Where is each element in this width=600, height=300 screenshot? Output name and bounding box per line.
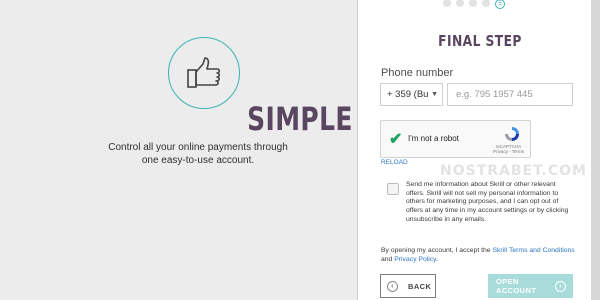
step-dot-2 [456,0,464,7]
step-progress: 5 [443,0,510,10]
privacy-policy-link[interactable]: Privacy Policy [394,256,436,263]
watermark-text: NOSTRABET.COM [440,163,587,179]
terms-mid: and [381,256,395,263]
arrow-right-icon: › [555,280,566,292]
country-code-value: + 359 (Bu [387,89,429,100]
hero-description: Control all your online payments through… [108,142,288,166]
terms-link[interactable]: Skrill Terms and Conditions [492,247,574,254]
step-dot-current: 5 [495,0,505,9]
step-dot-4 [482,0,490,7]
captcha-brand: reCAPTCHA Privacy - Terms [493,144,524,154]
marketing-consent-text: Send me information about Skrill or othe… [406,181,569,223]
right-scroll-edge [591,0,600,300]
arrow-left-icon: ‹ [387,280,398,292]
captcha-links[interactable]: Privacy - Terms [493,149,524,154]
marketing-consent-checkbox[interactable] [387,183,399,195]
step-title: FINAL STEP [438,32,522,50]
thumbs-up-icon [168,37,240,109]
country-code-select[interactable]: + 359 (Bu ▼ [380,83,443,106]
step-dot-1 [443,0,451,7]
terms-suffix: . [436,256,438,263]
back-button-label: BACK [408,281,432,291]
phone-input[interactable] [447,83,573,106]
open-account-label: OPEN ACCOUNT [496,277,537,295]
phone-label: Phone number [381,67,454,79]
captcha-label: I'm not a robot [408,134,459,143]
recaptcha-logo-icon [505,127,519,141]
recaptcha-widget[interactable]: ✔ I'm not a robot reCAPTCHA Privacy - Te… [380,120,531,158]
step-dot-3 [469,0,477,7]
reload-link[interactable]: RELOAD [381,159,408,166]
chevron-down-icon: ▼ [431,91,438,98]
back-button[interactable]: ‹ BACK [380,274,436,298]
open-account-button[interactable]: OPEN ACCOUNT › [488,274,573,298]
checkmark-icon[interactable]: ✔ [389,129,402,149]
terms-prefix: By opening my account, I accept the [381,247,493,254]
terms-notice: By opening my account, I accept the Skri… [381,246,577,264]
